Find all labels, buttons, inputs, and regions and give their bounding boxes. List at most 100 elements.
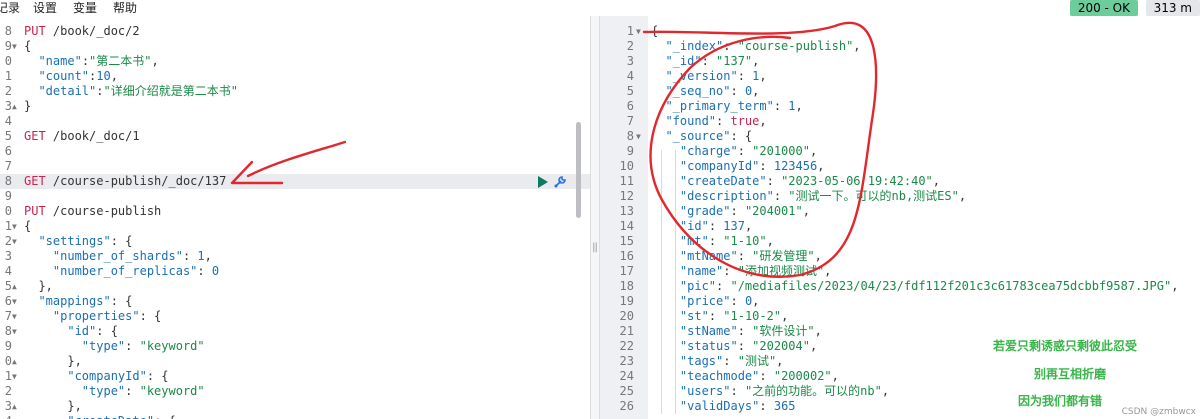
code-line[interactable]: 18 "pic": "/mediafiles/2023/04/23/fdf112… xyxy=(600,279,1200,294)
code-token: 137 xyxy=(723,219,745,233)
code-line[interactable]: 8 ▼ "_source": { xyxy=(600,129,1200,144)
fold-toggle-icon[interactable]: ▼ xyxy=(12,219,17,234)
code-text: GET /book/_doc/1 xyxy=(24,129,140,144)
code-line[interactable]: 24 "teachmode": "200002", xyxy=(600,369,1200,384)
code-line[interactable]: 14 "id": 137, xyxy=(600,219,1200,234)
code-line[interactable]: 1 ▼ { xyxy=(0,219,590,234)
code-line[interactable]: 1 ▼ "companyId": { xyxy=(0,369,590,384)
code-token: : xyxy=(730,294,745,308)
fold-toggle-icon[interactable]: ▲ xyxy=(12,99,17,114)
fold-toggle-icon[interactable]: ▼ xyxy=(12,39,17,54)
code-token: : xyxy=(723,39,738,53)
code-line[interactable]: 1 ▼ { xyxy=(600,24,1200,39)
menu-history[interactable]: 记录 xyxy=(0,0,20,16)
code-text: "createDate": { xyxy=(24,414,175,419)
code-line[interactable]: 7 ▼ "properties": { xyxy=(0,309,590,324)
code-line[interactable]: 23 "tags": "测试", xyxy=(600,354,1200,369)
fold-toggle-icon[interactable]: ▲ xyxy=(12,279,17,294)
response-viewer[interactable]: 1 ▼{2 "_index": "course-publish", 3 "_id":… xyxy=(600,16,1200,419)
code-line[interactable]: 0 ▲ }, xyxy=(0,354,590,369)
code-token: "type" xyxy=(81,339,126,353)
menu-settings[interactable]: 设置 xyxy=(33,0,57,16)
fold-toggle-icon[interactable]: ▼ xyxy=(636,24,641,39)
code-line[interactable]: 26 "validDays": 365 xyxy=(600,399,1200,414)
request-editor-scrollbar[interactable] xyxy=(576,122,581,218)
code-line[interactable]: 2 "_index": "course-publish", xyxy=(600,39,1200,54)
code-line[interactable]: 12 "description": "测试一下。可以的nb,测试ES", xyxy=(600,189,1200,204)
code-line[interactable]: 6 "_primary_term": 1, xyxy=(600,99,1200,114)
line-number: 13 xyxy=(619,204,634,218)
code-token: 10 xyxy=(96,69,111,83)
menu-variables[interactable]: 变量 xyxy=(73,0,97,16)
code-line[interactable]: 9 "type": "keyword" xyxy=(0,339,590,354)
code-line[interactable]: 7 "found": true, xyxy=(600,114,1200,129)
resize-handle-icon[interactable]: ‖ xyxy=(592,242,598,254)
code-line[interactable]: 13 "grade": "204001", xyxy=(600,204,1200,219)
fold-toggle-icon[interactable]: ▼ xyxy=(12,369,17,384)
fold-toggle-icon[interactable]: ▼ xyxy=(12,309,17,324)
code-line[interactable]: 6 ▼ "mappings": { xyxy=(0,294,590,309)
code-line[interactable]: 5 ▲ }, xyxy=(0,279,590,294)
code-line[interactable]: 1 "count":10, xyxy=(0,69,590,84)
code-line[interactable]: 15 "mt": "1-10", xyxy=(600,234,1200,249)
line-number: 9 xyxy=(4,189,12,203)
code-line[interactable]: 2 "type": "keyword" xyxy=(0,384,590,399)
wrench-icon[interactable] xyxy=(553,175,567,189)
code-line[interactable]: 9 "charge": "201000", xyxy=(600,144,1200,159)
code-text: "_index": "course-publish", xyxy=(651,39,861,54)
code-line[interactable]: 3 ▲} xyxy=(0,99,590,114)
code-line[interactable]: 6 xyxy=(0,144,590,159)
request-editor[interactable]: 8 PUT /book/_doc/2 9 ▼{0 "name":"第二本书", 1 "c… xyxy=(0,16,590,419)
code-line[interactable]: 3 "number_of_shards": 1, xyxy=(0,249,590,264)
code-line[interactable]: 2 ▼ "settings": { xyxy=(0,234,590,249)
code-text: "companyId": { xyxy=(24,369,168,384)
menu-help[interactable]: 帮助 xyxy=(113,0,137,16)
code-token: : xyxy=(730,204,745,218)
fold-toggle-icon[interactable]: ▲ xyxy=(12,399,17,414)
code-token: "createDate" xyxy=(679,174,767,188)
code-line[interactable]: 8 ▼ "id": { xyxy=(0,324,590,339)
code-text: "st": "1-10-2", xyxy=(651,309,788,324)
code-line[interactable]: 3 ▲ }, xyxy=(0,399,590,414)
run-request-icon[interactable] xyxy=(537,175,549,189)
code-line[interactable]: 16 "mtName": "研发管理", xyxy=(600,249,1200,264)
code-line[interactable]: 25 "users": "之前的功能。可以的nb", xyxy=(600,384,1200,399)
code-line[interactable]: 0 "name":"第二本书", xyxy=(0,54,590,69)
code-token: : xyxy=(730,384,745,398)
fold-toggle-icon[interactable]: ▼ xyxy=(12,234,17,249)
code-line[interactable]: 9 ▼ { xyxy=(0,39,590,54)
code-token: , xyxy=(853,39,861,53)
code-text: "id": { xyxy=(24,324,118,339)
fold-toggle-icon[interactable]: ▼ xyxy=(12,294,17,309)
code-line[interactable]: 21 "stName": "软件设计", xyxy=(600,324,1200,339)
code-line[interactable]: 20 "st": "1-10-2", xyxy=(600,309,1200,324)
code-line[interactable]: 5 "_seq_no": 0, xyxy=(600,84,1200,99)
line-number: 9 xyxy=(4,39,12,53)
code-line[interactable]: 4 "createDate": { xyxy=(0,414,590,419)
code-line[interactable]: 0 PUT /course-publish xyxy=(0,204,590,219)
code-line[interactable]: 7 xyxy=(0,159,590,174)
code-line[interactable]: 4 xyxy=(0,114,590,129)
code-line[interactable]: 4 "_version": 1, xyxy=(600,69,1200,84)
code-line[interactable]: 11 "createDate": "2023-05-06 19:42:40", xyxy=(600,174,1200,189)
code-token: "tags" xyxy=(679,354,724,368)
code-line[interactable]: 8 PUT /book/_doc/2 xyxy=(0,24,590,39)
fold-toggle-icon[interactable]: ▼ xyxy=(12,324,17,339)
code-line[interactable]: 2 "detail":"详细介绍就是第二本书" xyxy=(0,84,590,99)
code-token: "validDays" xyxy=(679,399,760,413)
code-token: "_source" xyxy=(665,129,731,143)
code-line[interactable]: 10 "companyId": 123456, xyxy=(600,159,1200,174)
code-line[interactable]: 17 "name": "添加视频测试", xyxy=(600,264,1200,279)
pane-divider[interactable] xyxy=(590,16,600,419)
code-line[interactable]: 3 "_id": "137", xyxy=(600,54,1200,69)
code-line[interactable]: 9 xyxy=(0,189,590,204)
fold-toggle-icon[interactable]: ▼ xyxy=(636,129,641,144)
code-line[interactable]: 5 GET /book/_doc/1 xyxy=(0,129,590,144)
code-line[interactable]: 8 GET /course-publish/_doc/137 xyxy=(0,174,590,189)
code-line[interactable]: 19 "price": 0, xyxy=(600,294,1200,309)
code-line[interactable]: 4 "number_of_replicas": 0 xyxy=(0,264,590,279)
code-token: { xyxy=(651,24,659,38)
fold-toggle-icon[interactable]: ▲ xyxy=(12,354,17,369)
